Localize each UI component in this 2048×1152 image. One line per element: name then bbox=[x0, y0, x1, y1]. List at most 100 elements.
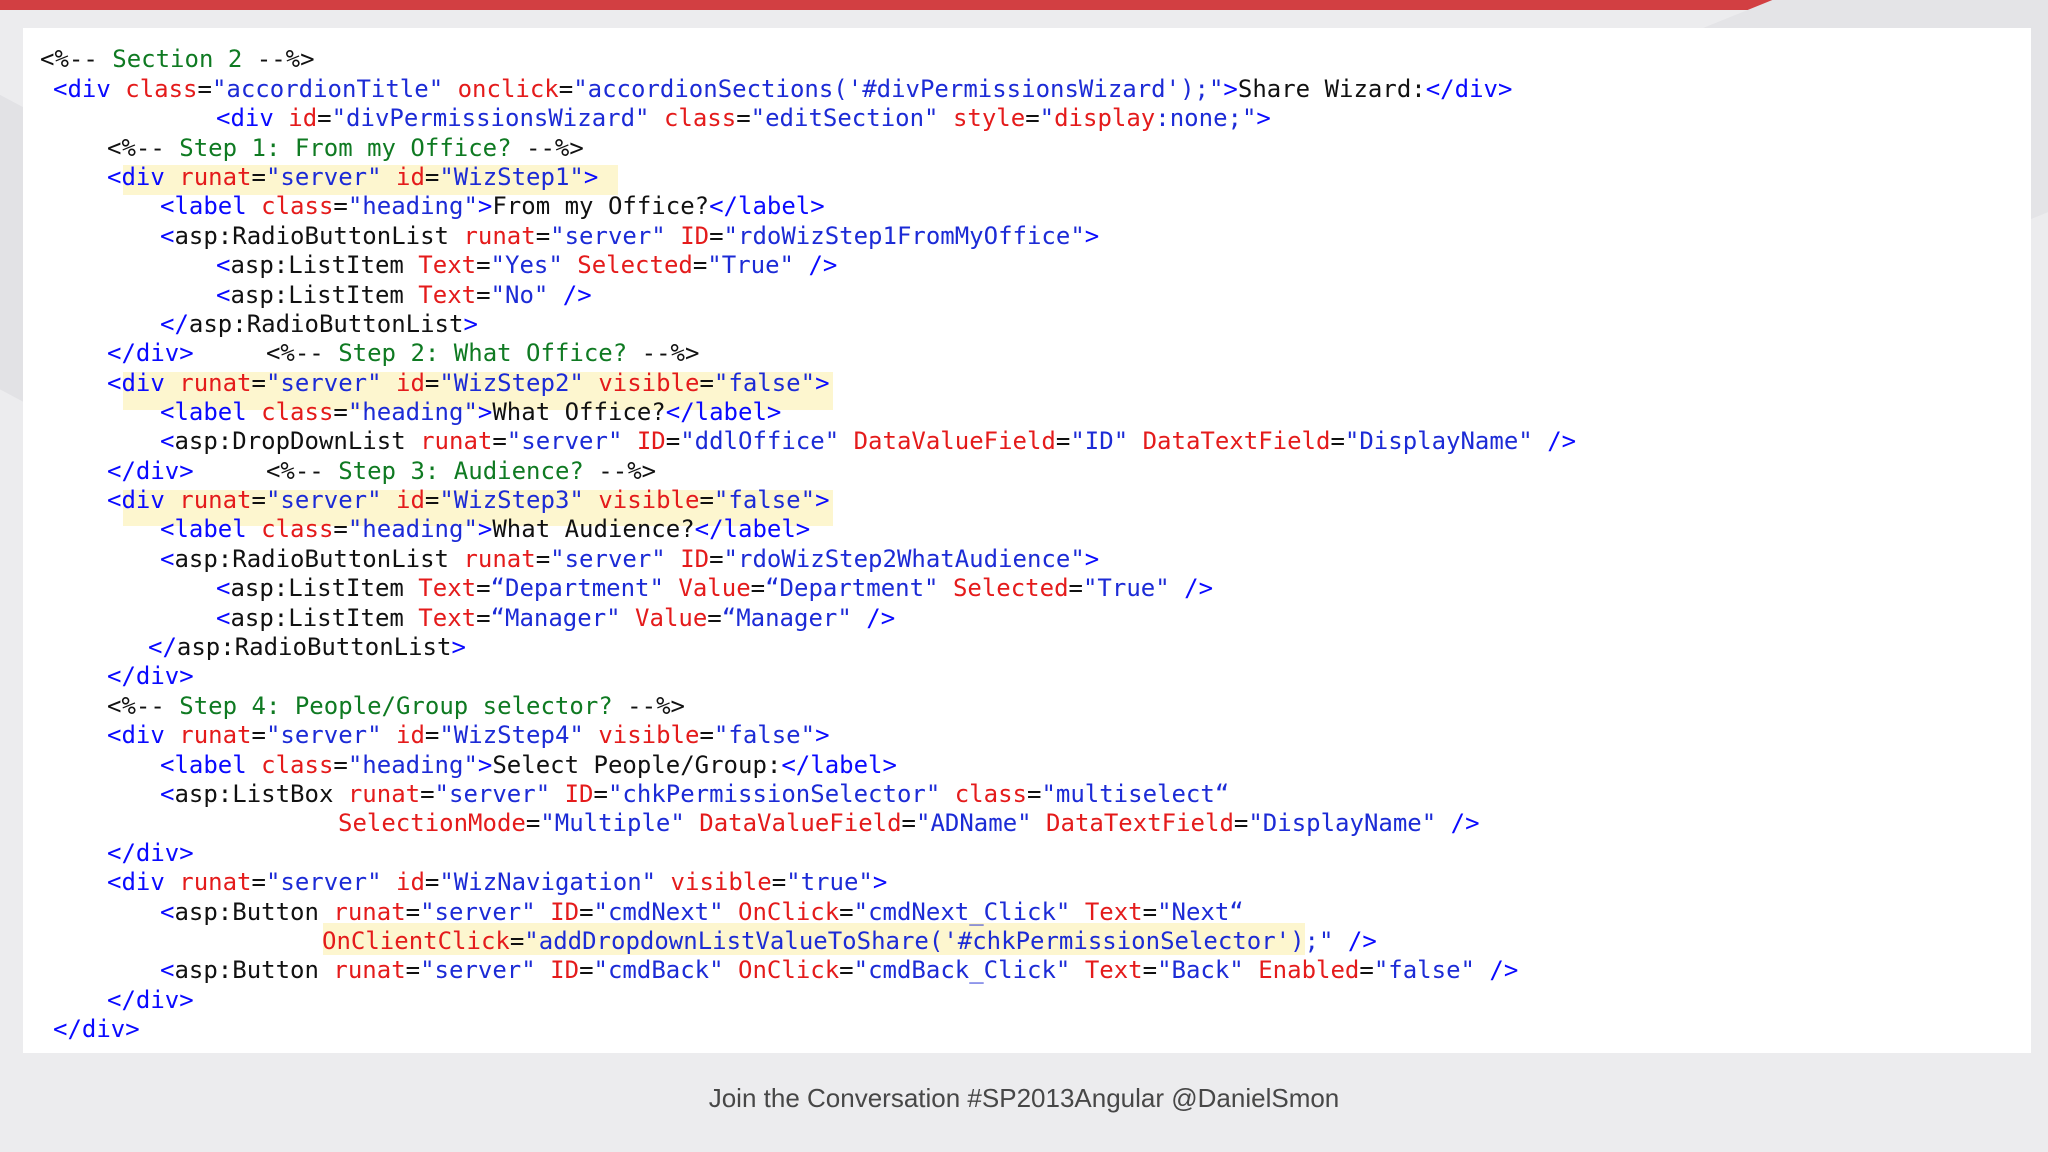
code-token-tag: /> bbox=[866, 604, 896, 632]
code-token-tag: > bbox=[451, 633, 466, 661]
code-line: </asp:RadioButtonList> bbox=[148, 633, 466, 662]
code-token-attribute: Enabled bbox=[1258, 956, 1360, 984]
code-token-tag: <div bbox=[107, 369, 180, 397]
code-token-text: = bbox=[405, 956, 421, 984]
code-token-attribute: runat bbox=[179, 486, 252, 514]
code-token-text: <%-- bbox=[265, 339, 324, 367]
code-token-value: "editSection" bbox=[750, 104, 953, 132]
code-token-tag: </div> bbox=[53, 1015, 140, 1043]
code-token-value: "WizStep1" bbox=[439, 163, 584, 191]
code-token-tag: /> bbox=[808, 251, 838, 279]
code-token-text: = bbox=[1026, 780, 1042, 808]
code-token-tag: /> bbox=[1489, 956, 1519, 984]
code-token-value: "server" bbox=[265, 868, 396, 896]
code-token-text: asp:ListItem bbox=[230, 281, 419, 309]
code-token-attribute: DataValueField bbox=[853, 427, 1056, 455]
code-line: OnClientClick="addDropdownListValueToSha… bbox=[322, 927, 1377, 956]
code-line: <asp:DropDownList runat="server" ID="ddl… bbox=[160, 427, 1576, 456]
code-line: <%-- Step 4: People/Group selector? --%> bbox=[107, 692, 685, 721]
code-token-tag: </label> bbox=[781, 751, 897, 779]
code-line: </div> <%-- Step 2: What Office? --%> bbox=[107, 339, 699, 368]
code-token-attribute: DataValueField bbox=[699, 809, 902, 837]
code-token-text: asp:ListItem bbox=[230, 574, 419, 602]
code-token-tag: <div bbox=[107, 486, 180, 514]
code-token-text: = bbox=[424, 486, 440, 514]
code-token-value: "cmdNext" bbox=[593, 898, 739, 926]
code-token-attribute: ID bbox=[550, 956, 580, 984]
code-token-tag: </label> bbox=[665, 398, 782, 426]
code-token-tag: > bbox=[1223, 75, 1238, 103]
code-token-tag: <div bbox=[107, 721, 180, 749]
code-token-tag: /> bbox=[1347, 927, 1377, 955]
code-token-attribute: Text bbox=[418, 281, 477, 309]
code-token-attribute: onclick bbox=[457, 75, 559, 103]
code-line: </div> bbox=[107, 662, 194, 691]
code-token-attribute: DataTextField bbox=[1046, 809, 1234, 837]
code-token-text: = bbox=[333, 398, 348, 426]
code-token-attribute: Value bbox=[635, 604, 708, 632]
code-token-text: --%> bbox=[598, 457, 657, 485]
code-token-tag: < bbox=[216, 281, 231, 309]
code-token-tag: > bbox=[477, 515, 493, 543]
code-token-value: "server" bbox=[434, 780, 565, 808]
code-line: <asp:Button runat="server" ID="cmdBack" … bbox=[160, 956, 1518, 985]
code-line: <asp:ListItem Text=“Manager" Value=“Mana… bbox=[216, 604, 895, 633]
code-token-text: = bbox=[1330, 427, 1345, 455]
code-token-value: "WizStep4" bbox=[439, 721, 599, 749]
code-token-text: = bbox=[839, 898, 854, 926]
code-token-text: asp:RadioButtonList bbox=[174, 545, 464, 573]
code-token-text: = bbox=[251, 163, 266, 191]
code-line: <label class="heading">From my Office?</… bbox=[160, 192, 825, 221]
code-token-value: "server" bbox=[506, 427, 637, 455]
code-token-tag: > bbox=[1084, 222, 1100, 250]
code-token-value: "No" bbox=[490, 281, 563, 309]
code-token-value: "WizStep3" bbox=[439, 486, 599, 514]
code-token-text: = bbox=[476, 251, 491, 279]
code-token-text: = bbox=[699, 721, 714, 749]
code-token-value: "WizNavigation" bbox=[439, 868, 671, 896]
code-token-text: = bbox=[699, 369, 714, 397]
code-line: <div runat="server" id="WizStep2" visibl… bbox=[107, 369, 830, 398]
code-token-text: = bbox=[525, 809, 541, 837]
code-token-tag: <div bbox=[53, 75, 126, 103]
code-token-text: <%-- bbox=[107, 134, 165, 162]
code-token-comment: Step 4: People/Group selector? bbox=[164, 692, 628, 720]
code-token-attribute: class bbox=[261, 192, 334, 220]
code-token-comment: Step 1: From my Office? bbox=[164, 134, 527, 162]
code-token-attribute: runat bbox=[420, 427, 493, 455]
code-token-tag: </label> bbox=[694, 515, 811, 543]
code-token-value: "server" bbox=[265, 486, 396, 514]
code-token-text: = bbox=[251, 369, 266, 397]
code-panel: <%-- Section 2 --%> <div class="accordion… bbox=[23, 28, 2031, 1053]
code-token-value: "ADName" bbox=[916, 809, 1047, 837]
code-line: <asp:RadioButtonList runat="server" ID="… bbox=[160, 222, 1099, 251]
code-token-value: "heading" bbox=[347, 192, 478, 220]
code-token-text: = bbox=[707, 604, 722, 632]
code-token-attribute: Value bbox=[678, 574, 751, 602]
code-token-attribute: visible bbox=[670, 868, 772, 896]
code-token-text: asp:DropDownList bbox=[174, 427, 421, 455]
code-token-text: --%> bbox=[526, 134, 584, 162]
code-token-attribute: id bbox=[396, 369, 425, 397]
code-token-value: "rdoWizStep2WhatAudience" bbox=[723, 545, 1085, 573]
code-token-text: asp:ListBox bbox=[174, 780, 348, 808]
code-line: <div runat="server" id="WizStep1"> bbox=[107, 163, 598, 192]
code-token-tag: /> bbox=[562, 281, 592, 309]
code-token-value: "Yes" bbox=[490, 251, 578, 279]
code-token-value: “Department" bbox=[765, 574, 953, 602]
code-token-tag: > bbox=[1084, 545, 1100, 573]
code-token-value: "ID" bbox=[1070, 427, 1143, 455]
code-token-value: "server" bbox=[265, 163, 396, 191]
code-token-tag: <label bbox=[160, 515, 262, 543]
code-token-text: = bbox=[1068, 574, 1083, 602]
code-line: <label class="heading">Select People/Gro… bbox=[160, 751, 897, 780]
code-token-text: asp:RadioButtonList bbox=[188, 310, 464, 338]
code-token-tag: < bbox=[160, 427, 175, 455]
code-token-value: “Manager" bbox=[490, 604, 636, 632]
code-token-attribute: Text bbox=[1084, 956, 1143, 984]
code-token-text: = bbox=[424, 721, 440, 749]
code-token-value: “Department" bbox=[490, 574, 679, 602]
code-token-value: "DisplayName" bbox=[1248, 809, 1451, 837]
code-line: </div> bbox=[107, 986, 194, 1015]
code-token-tag: > bbox=[477, 192, 493, 220]
